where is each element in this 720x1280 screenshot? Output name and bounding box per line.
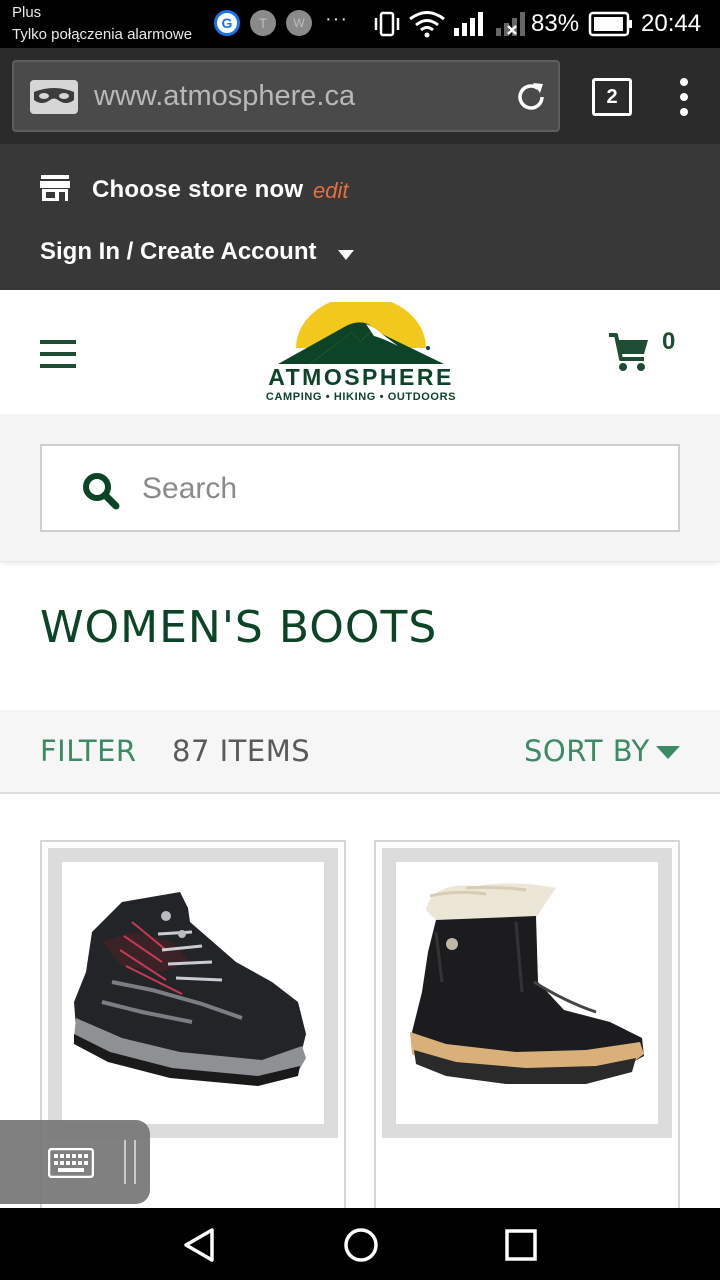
menu-icon[interactable] — [676, 78, 692, 118]
page-title: WOMEN'S BOOTS — [40, 602, 438, 653]
vibrate-icon — [374, 11, 400, 37]
t-icon: T — [250, 10, 276, 36]
more-notifications-icon: ··· — [325, 8, 348, 30]
google-icon: G — [214, 10, 240, 36]
w-icon: W — [286, 10, 312, 36]
back-icon[interactable] — [180, 1226, 218, 1264]
logo-wordmark: ATMOSPHERE — [268, 364, 454, 390]
system-nav-bar — [0, 1208, 720, 1280]
product-image-frame[interactable] — [382, 848, 672, 1138]
recent-apps-icon[interactable] — [504, 1228, 538, 1262]
choose-store-link[interactable]: Choose store now — [92, 176, 303, 204]
keyboard-toggle[interactable] — [0, 1120, 150, 1204]
carrier-status: Tylko połączenia alarmowe — [12, 26, 193, 43]
clock: 20:44 — [641, 10, 702, 37]
battery-icon — [588, 11, 632, 37]
product-image[interactable] — [396, 862, 658, 1124]
browser-toolbar: www.atmosphere.ca 2 — [0, 48, 720, 144]
chevron-down-icon[interactable] — [338, 250, 354, 260]
search-input[interactable] — [142, 464, 642, 514]
product-image[interactable] — [62, 862, 324, 1124]
store-icon — [40, 175, 70, 201]
filter-button[interactable]: FILTER — [40, 734, 137, 768]
hamburger-menu-icon[interactable] — [40, 340, 76, 368]
search-box[interactable] — [40, 444, 680, 532]
product-image-frame[interactable] — [48, 848, 338, 1138]
tab-switcher-button[interactable]: 2 — [592, 78, 632, 116]
chevron-down-icon[interactable] — [656, 746, 680, 759]
home-icon[interactable] — [342, 1226, 380, 1264]
search-icon — [83, 473, 120, 510]
carrier-name: Plus — [12, 4, 42, 21]
sign-in-link[interactable]: Sign In / Create Account — [40, 238, 316, 266]
product-card[interactable] — [374, 840, 680, 1220]
url-text: www.atmosphere.ca — [94, 80, 356, 112]
atmosphere-logo[interactable]: ATMOSPHERE CAMPING • HIKING • OUTDOORS — [248, 302, 474, 404]
keyboard-icon — [48, 1148, 94, 1178]
edit-store-link[interactable]: edit — [313, 178, 348, 204]
battery-percent: 83% — [531, 10, 580, 37]
item-count: 87 ITEMS — [172, 734, 311, 768]
incognito-icon — [30, 80, 78, 114]
signal-icon — [454, 12, 483, 36]
search-section — [0, 414, 720, 562]
store-header: Choose store now edit Sign In / Create A… — [0, 144, 720, 290]
reload-icon[interactable] — [514, 80, 548, 114]
signal-no-service-icon — [496, 12, 525, 36]
cart-count: 0 — [662, 328, 676, 355]
status-bar: Plus Tylko połączenia alarmowe G T W ···… — [0, 0, 720, 48]
logo-tagline: CAMPING • HIKING • OUTDOORS — [265, 391, 457, 403]
url-bar[interactable]: www.atmosphere.ca — [12, 60, 560, 132]
drag-handle-icon[interactable] — [124, 1140, 136, 1184]
sort-by-button[interactable]: SORT BY — [524, 734, 650, 768]
filter-bar: FILTER 87 ITEMS SORT BY — [0, 710, 720, 794]
wifi-icon — [409, 11, 445, 38]
cart-icon[interactable] — [608, 332, 650, 372]
site-header: ATMOSPHERE CAMPING • HIKING • OUTDOORS 0 — [0, 290, 720, 414]
mountain-sun-icon — [278, 302, 444, 364]
